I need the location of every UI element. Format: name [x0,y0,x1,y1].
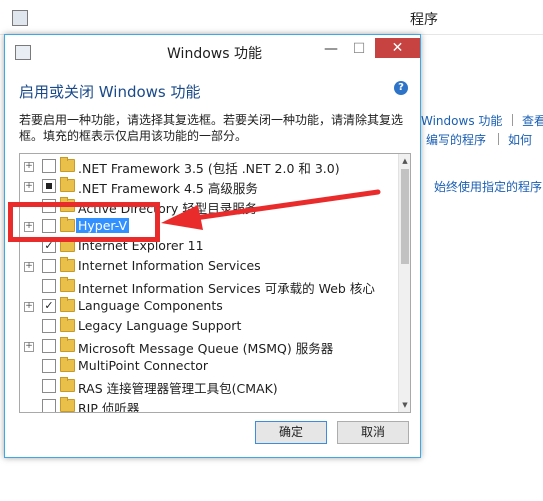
annotation-arrow-icon [161,189,381,230]
